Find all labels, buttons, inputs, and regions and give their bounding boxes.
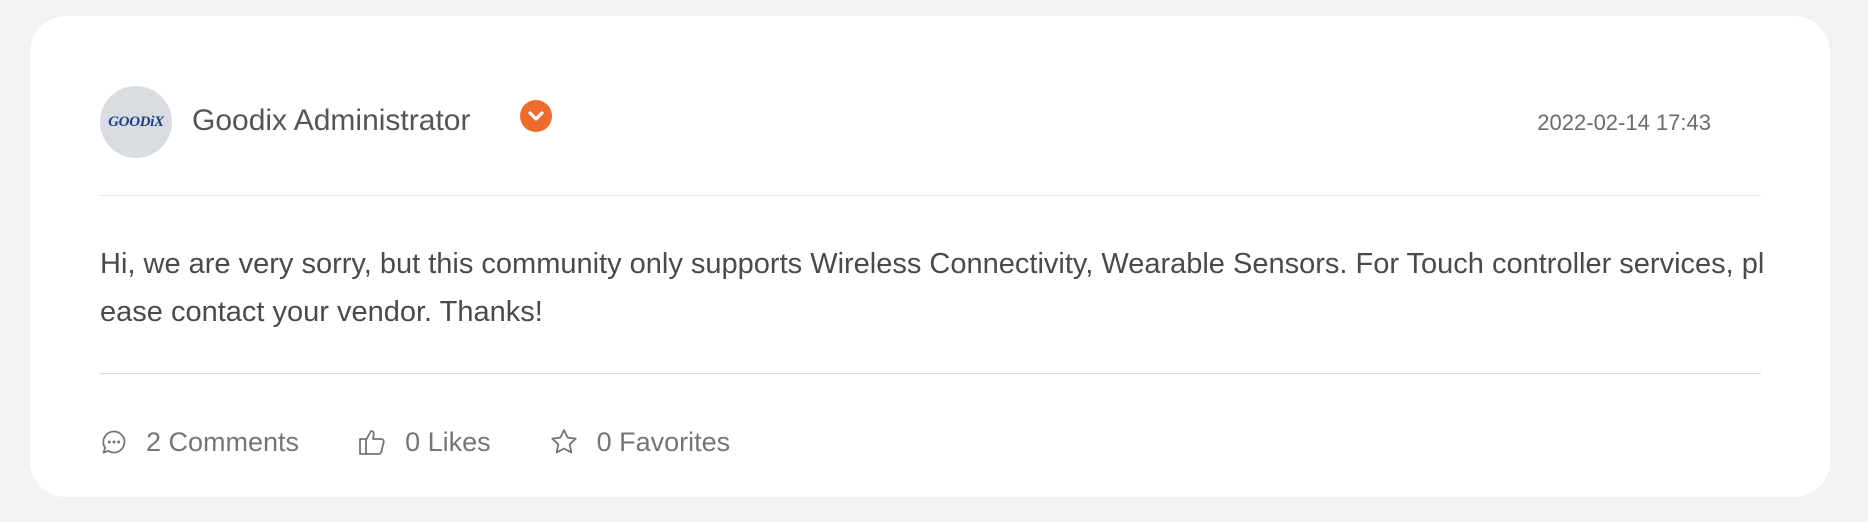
thumbs-up-icon — [357, 427, 387, 457]
verified-badge-icon — [520, 100, 552, 132]
header-divider — [100, 195, 1761, 196]
likes-count: 0 Likes — [405, 426, 491, 457]
post-actions: 2 Comments 0 Likes 0 Favorites — [100, 422, 730, 462]
post-card: GOODiX Goodix Administrator 2022-02-14 1… — [30, 16, 1830, 497]
favorites-count: 0 Favorites — [596, 426, 731, 457]
post-body: Hi, we are very sorry, but this communit… — [100, 248, 1765, 328]
comments-button[interactable]: 2 Comments — [100, 427, 299, 458]
star-icon — [549, 427, 579, 457]
footer-divider — [100, 373, 1761, 374]
post-date: 2022-02-14 17:43 — [1537, 110, 1711, 135]
post-header: GOODiX Goodix Administrator 2022-02-14 1… — [100, 86, 1761, 158]
favorite-button[interactable]: 0 Favorites — [549, 426, 731, 458]
author-name[interactable]: Goodix Administrator — [192, 104, 470, 138]
avatar[interactable]: GOODiX — [100, 86, 172, 158]
goodix-logo: GOODiX — [108, 113, 164, 130]
comments-count: 2 Comments — [146, 426, 300, 457]
comment-icon — [100, 428, 128, 456]
like-button[interactable]: 0 Likes — [357, 427, 491, 458]
